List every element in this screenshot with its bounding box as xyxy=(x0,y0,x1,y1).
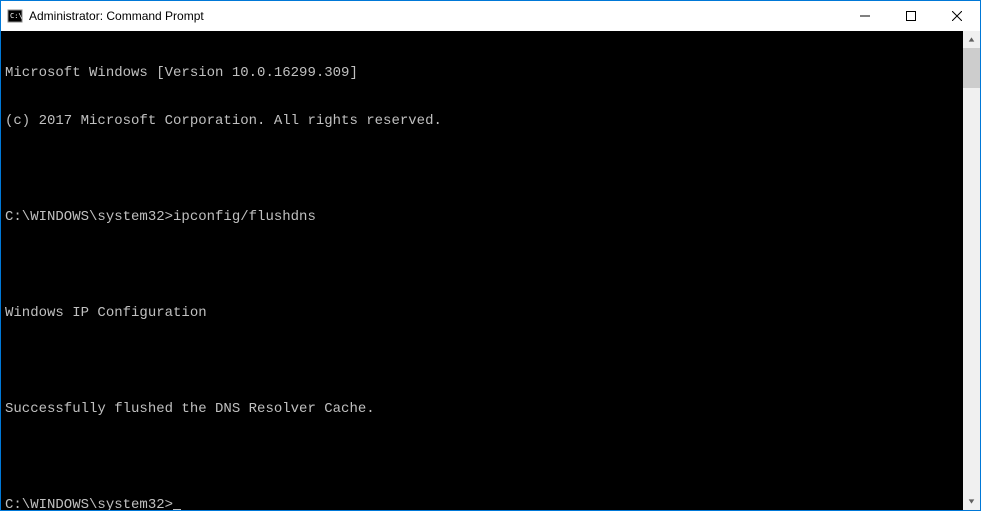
terminal-line: C:\WINDOWS\system32>ipconfig/flushdns xyxy=(5,209,959,225)
terminal-output[interactable]: Microsoft Windows [Version 10.0.16299.30… xyxy=(1,31,963,510)
titlebar[interactable]: C:\ Administrator: Command Prompt xyxy=(1,1,980,31)
terminal-line: Windows IP Configuration xyxy=(5,305,959,321)
client-area: Microsoft Windows [Version 10.0.16299.30… xyxy=(1,31,980,510)
app-icon: C:\ xyxy=(7,8,23,24)
terminal-prompt-line: C:\WINDOWS\system32> xyxy=(5,497,959,510)
scroll-up-button[interactable] xyxy=(963,31,980,48)
cursor-icon xyxy=(173,509,181,510)
maximize-button[interactable] xyxy=(888,1,934,31)
prompt-text: C:\WINDOWS\system32> xyxy=(5,497,173,510)
svg-text:C:\: C:\ xyxy=(10,12,23,20)
terminal-line xyxy=(5,353,959,369)
window-controls xyxy=(842,1,980,31)
window-title: Administrator: Command Prompt xyxy=(29,9,842,23)
terminal-line: Successfully flushed the DNS Resolver Ca… xyxy=(5,401,959,417)
minimize-button[interactable] xyxy=(842,1,888,31)
close-button[interactable] xyxy=(934,1,980,31)
terminal-line xyxy=(5,449,959,465)
terminal-line xyxy=(5,161,959,177)
vertical-scrollbar[interactable] xyxy=(963,31,980,510)
terminal-line: Microsoft Windows [Version 10.0.16299.30… xyxy=(5,65,959,81)
scroll-track[interactable] xyxy=(963,48,980,493)
terminal-line xyxy=(5,257,959,273)
scroll-down-button[interactable] xyxy=(963,493,980,510)
scroll-thumb[interactable] xyxy=(963,48,980,88)
terminal-line: (c) 2017 Microsoft Corporation. All righ… xyxy=(5,113,959,129)
command-prompt-window: C:\ Administrator: Command Prompt Micros… xyxy=(0,0,981,511)
